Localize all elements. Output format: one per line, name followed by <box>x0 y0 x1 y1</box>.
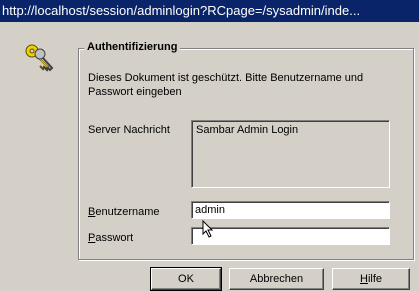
help-button[interactable]: Hilfe <box>332 268 410 290</box>
server-message-label: Server Nachricht <box>88 124 170 136</box>
server-message-box: Sambar Admin Login <box>191 120 390 188</box>
cancel-button[interactable]: Abbrechen <box>229 268 324 290</box>
password-label: Passwort <box>88 232 133 244</box>
help-button-accel: H <box>359 273 368 285</box>
keys-icon <box>25 44 54 72</box>
username-input[interactable] <box>191 201 390 219</box>
username-label-rest: enutzername <box>95 206 160 218</box>
ok-button[interactable]: OK <box>150 267 222 291</box>
window-title: http://localhost/session/adminlogin?RCpa… <box>2 3 361 18</box>
description-text: Dieses Dokument ist geschützt. Bitte Ben… <box>88 72 364 98</box>
username-label: Benutzername <box>88 206 160 218</box>
server-message-text: Sambar Admin Login <box>196 124 299 136</box>
group-title: Authentifizierung <box>84 41 181 53</box>
title-bar[interactable]: http://localhost/session/adminlogin?RCpa… <box>0 0 419 22</box>
password-input[interactable] <box>191 227 390 245</box>
text-cursor-icon <box>202 220 214 238</box>
password-label-rest: asswort <box>95 232 134 244</box>
help-button-rest: ilfe <box>367 273 382 285</box>
